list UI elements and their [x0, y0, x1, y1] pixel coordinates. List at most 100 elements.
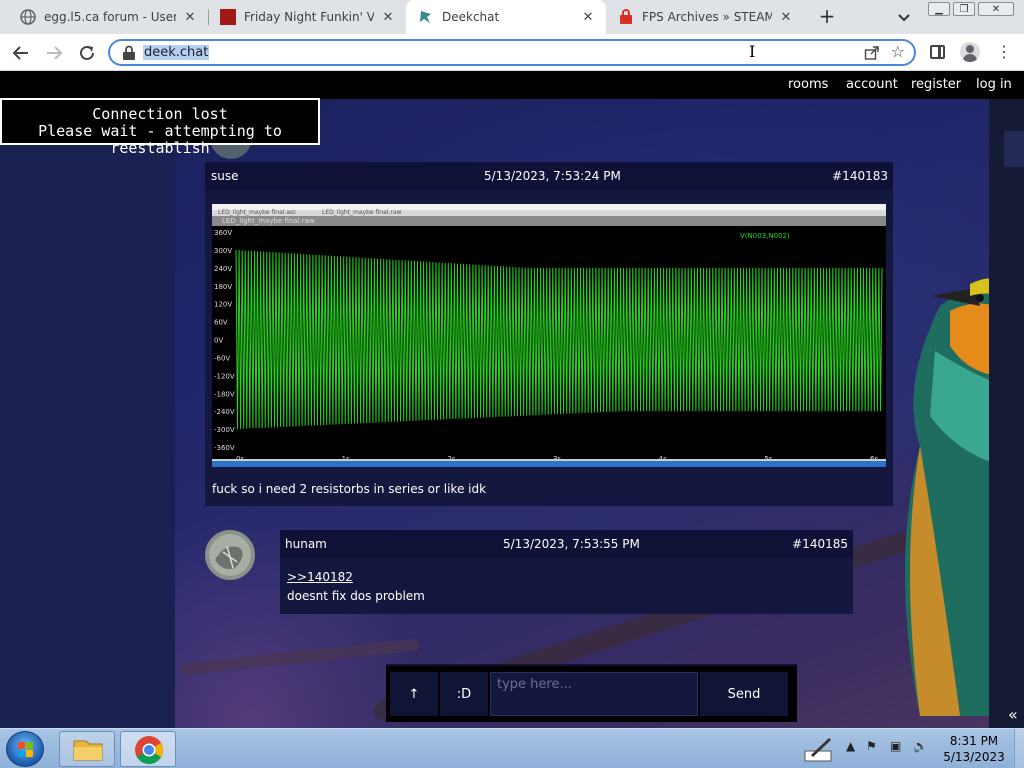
message-id[interactable]: #140183: [832, 169, 888, 183]
globe-icon: [20, 9, 36, 25]
bookmark-star-icon[interactable]: ☆: [891, 42, 905, 61]
browser-toolbar: deek.chat ☆ I: [0, 34, 1024, 71]
y-tick-label: 180V: [214, 283, 232, 291]
side-panel-icon[interactable]: [930, 45, 945, 59]
avatar[interactable]: [205, 530, 255, 580]
nav-log-in[interactable]: log in: [976, 77, 1012, 92]
pen-input-icon[interactable]: [803, 735, 833, 763]
show-hidden-icons[interactable]: ▲: [846, 739, 855, 753]
lock-icon[interactable]: [122, 45, 136, 61]
file-explorer-taskbar-button[interactable]: [59, 731, 115, 767]
tab-title: FPS Archives » STEAMUN: [642, 10, 772, 24]
profile-avatar-icon[interactable]: [960, 42, 980, 62]
tab-title: Deekchat: [442, 10, 500, 24]
site-nav: rooms account register log in: [0, 71, 1024, 99]
network-icon[interactable]: ▣: [890, 739, 901, 753]
tab-title: Friday Night Funkin' VS R: [244, 10, 374, 24]
share-icon[interactable]: [864, 45, 880, 61]
clock-date: 5/13/2023: [943, 750, 1005, 764]
fnf-favicon-icon: [220, 9, 236, 25]
message-text: doesnt fix dos problem: [287, 589, 425, 603]
windows-taskbar: ▲ ⚑ ▣ 🔈 8:31 PM 5/13/2023: [0, 728, 1024, 768]
message-header: hunam 5/13/2023, 7:53:55 PM #140185: [280, 530, 853, 558]
menu-kebab-icon[interactable]: ⋮: [996, 43, 1012, 61]
chrome-taskbar-button[interactable]: [120, 731, 176, 767]
y-tick-label: 240V: [214, 265, 232, 273]
tab-fnf[interactable]: Friday Night Funkin' VS R ✕: [208, 0, 406, 34]
y-tick-label: -360V: [214, 444, 235, 452]
page-viewport: suse 5/13/2023, 7:53:24 PM #140183 LED_l…: [0, 71, 1024, 728]
text-cursor-icon: I: [749, 42, 756, 61]
send-button[interactable]: Send: [700, 672, 788, 716]
deekchat-favicon-icon: [418, 9, 434, 25]
new-tab-button[interactable]: +: [816, 4, 838, 28]
connection-lost-banner: Connection lost Please wait - attempting…: [0, 98, 320, 157]
waveform-plot: 360V 300V 240V 180V 120V 60V 0V -60V -120V -180V -…: [214, 229, 883, 463]
message-timestamp: 5/13/2023, 7:53:55 PM: [503, 537, 640, 551]
y-tick-label: -300V: [214, 426, 235, 434]
screenshot-statusbar: [212, 459, 886, 467]
close-tab-icon[interactable]: ✕: [778, 9, 794, 25]
nav-register[interactable]: register: [911, 77, 961, 92]
emote-button[interactable]: :D: [440, 672, 488, 716]
back-arrow-icon[interactable]: [10, 42, 32, 64]
y-tick-label: 120V: [214, 301, 232, 309]
message-composer: ↑ :D Send: [386, 664, 797, 722]
close-tab-icon[interactable]: ✕: [380, 9, 396, 25]
message-username[interactable]: hunam: [285, 537, 327, 551]
connection-lost-title: Connection lost: [92, 105, 228, 123]
y-tick-label: -60V: [214, 354, 230, 362]
trace-label: V(N003,N002): [740, 232, 790, 240]
tab-search-chevron-icon[interactable]: [895, 8, 913, 26]
scrollbar-track[interactable]: [989, 99, 1024, 728]
y-tick-label: -120V: [214, 372, 235, 380]
nav-rooms[interactable]: rooms: [788, 77, 828, 92]
y-tick-label: 300V: [214, 247, 232, 255]
nav-account[interactable]: account: [846, 77, 898, 92]
waveform-trace: [235, 249, 883, 430]
forward-arrow-icon[interactable]: [43, 42, 65, 64]
restore-icon[interactable]: ❐: [953, 2, 975, 16]
scrollbar-thumb[interactable]: [1004, 131, 1024, 167]
message-post: suse 5/13/2023, 7:53:24 PM #140183 LED_l…: [205, 162, 893, 506]
action-center-flag-icon[interactable]: ⚑: [866, 739, 877, 753]
message-post: hunam 5/13/2023, 7:53:55 PM #140185 >>14…: [280, 530, 853, 614]
show-desktop-button[interactable]: [1014, 729, 1024, 768]
clock-time: 8:31 PM: [949, 734, 999, 748]
message-username[interactable]: suse: [211, 169, 239, 183]
message-input[interactable]: [490, 672, 698, 716]
tab-fps-archives[interactable]: FPS Archives » STEAMUN ✕: [606, 0, 804, 34]
address-bar[interactable]: deek.chat ☆: [108, 39, 916, 66]
fps-favicon-icon: [618, 9, 634, 25]
minimize-icon[interactable]: ▁: [928, 2, 950, 16]
upload-button[interactable]: ↑: [390, 672, 438, 716]
close-tab-icon[interactable]: ✕: [580, 9, 596, 25]
tab-strip: egg.l5.ca forum - User Co ✕ Friday Night…: [0, 0, 1024, 34]
background-branch: [180, 638, 420, 676]
y-tick-label: 60V: [214, 319, 228, 327]
reload-icon[interactable]: [76, 42, 98, 64]
message-header: suse 5/13/2023, 7:53:24 PM #140183: [205, 162, 893, 190]
collapse-panel-icon[interactable]: «: [1008, 705, 1018, 724]
message-id[interactable]: #140185: [792, 537, 848, 551]
y-tick-label: -240V: [214, 408, 235, 416]
connection-lost-message: Please wait - attempting to reestablish: [38, 122, 282, 157]
y-tick-label: 360V: [214, 229, 232, 237]
system-clock[interactable]: 8:31 PM 5/13/2023: [942, 733, 1006, 765]
close-tab-icon[interactable]: ✕: [182, 9, 198, 25]
y-tick-label: 0V: [214, 337, 223, 345]
y-tick-label: -180V: [214, 390, 235, 398]
start-button[interactable]: [6, 731, 44, 767]
message-image[interactable]: LED_light_maybe final.asc LED_light_mayb…: [212, 204, 886, 467]
left-panel: [0, 99, 175, 728]
message-text: fuck so i need 2 resistorbs in series or…: [212, 482, 487, 496]
window-close-icon[interactable]: ✕: [978, 2, 1014, 16]
address-url[interactable]: deek.chat: [143, 45, 210, 60]
message-timestamp: 5/13/2023, 7:53:24 PM: [484, 169, 621, 183]
volume-icon[interactable]: 🔈: [913, 739, 928, 753]
tab-egg-forum[interactable]: egg.l5.ca forum - User Co ✕: [0, 0, 208, 34]
tab-deekchat[interactable]: Deekchat ✕: [406, 0, 606, 34]
quote-link[interactable]: >>140182: [287, 570, 353, 584]
tab-title: egg.l5.ca forum - User Co: [44, 10, 176, 24]
screenshot-file-label: LED_light_maybe final.raw: [212, 216, 886, 226]
